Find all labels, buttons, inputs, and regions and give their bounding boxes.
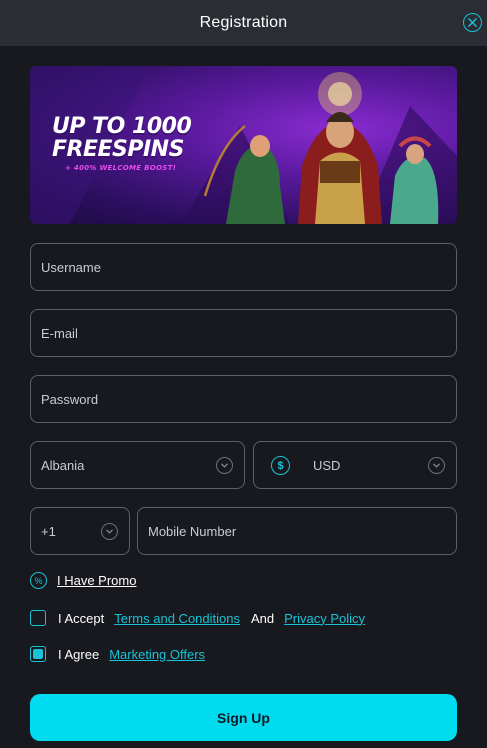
chevron-down-icon <box>216 457 233 474</box>
mobile-placeholder: Mobile Number <box>148 523 237 539</box>
email-placeholder: E-mail <box>41 325 78 341</box>
terms-checkbox[interactable] <box>30 610 46 626</box>
currency-value: USD <box>313 457 341 473</box>
terms-link[interactable]: Terms and Conditions <box>114 611 240 626</box>
terms-and: And <box>250 610 275 626</box>
chevron-down-icon <box>101 523 118 540</box>
terms-row: I Accept Terms and Conditions And Privac… <box>30 610 365 626</box>
banner-headline-2: FREESPINS <box>52 137 184 162</box>
banner-headline-1: UP TO 1000 <box>52 114 192 139</box>
phone-code-value: +1 <box>41 523 56 539</box>
country-value: Albania <box>41 457 85 473</box>
sign-up-label: Sign Up <box>217 709 270 726</box>
close-icon <box>468 18 477 27</box>
username-field[interactable]: Username <box>30 243 457 291</box>
currency-select[interactable]: $ USD <box>253 441 457 489</box>
promo-link[interactable]: I Have Promo <box>57 573 136 588</box>
chevron-down-icon <box>428 457 445 474</box>
promo-toggle[interactable]: % I Have Promo <box>30 572 136 589</box>
username-placeholder: Username <box>41 259 101 275</box>
dollar-icon: $ <box>271 456 290 475</box>
modal-header: Registration <box>0 0 487 46</box>
country-select[interactable]: Albania <box>30 441 245 489</box>
percent-icon: % <box>30 572 47 589</box>
modal-title: Registration <box>199 14 288 31</box>
checkbox-checked-mark <box>33 649 43 659</box>
password-field[interactable]: Password <box>30 375 457 423</box>
phone-code-select[interactable]: +1 <box>30 507 130 555</box>
sign-up-button[interactable]: Sign Up <box>30 694 457 741</box>
privacy-link[interactable]: Privacy Policy <box>284 611 365 626</box>
banner-subline: + 400% WELCOME BOOST! <box>65 164 177 172</box>
mobile-number-field[interactable]: Mobile Number <box>137 507 457 555</box>
email-field[interactable]: E-mail <box>30 309 457 357</box>
marketing-prefix: I Agree <box>58 646 100 662</box>
terms-prefix: I Accept <box>58 610 105 626</box>
marketing-row: I Agree Marketing Offers <box>30 646 205 662</box>
marketing-link[interactable]: Marketing Offers <box>109 647 205 662</box>
marketing-checkbox[interactable] <box>30 646 46 662</box>
close-button[interactable] <box>463 13 482 32</box>
promo-banner[interactable]: UP TO 1000 FREESPINS + 400% WELCOME BOOS… <box>30 66 457 224</box>
password-placeholder: Password <box>41 391 99 407</box>
